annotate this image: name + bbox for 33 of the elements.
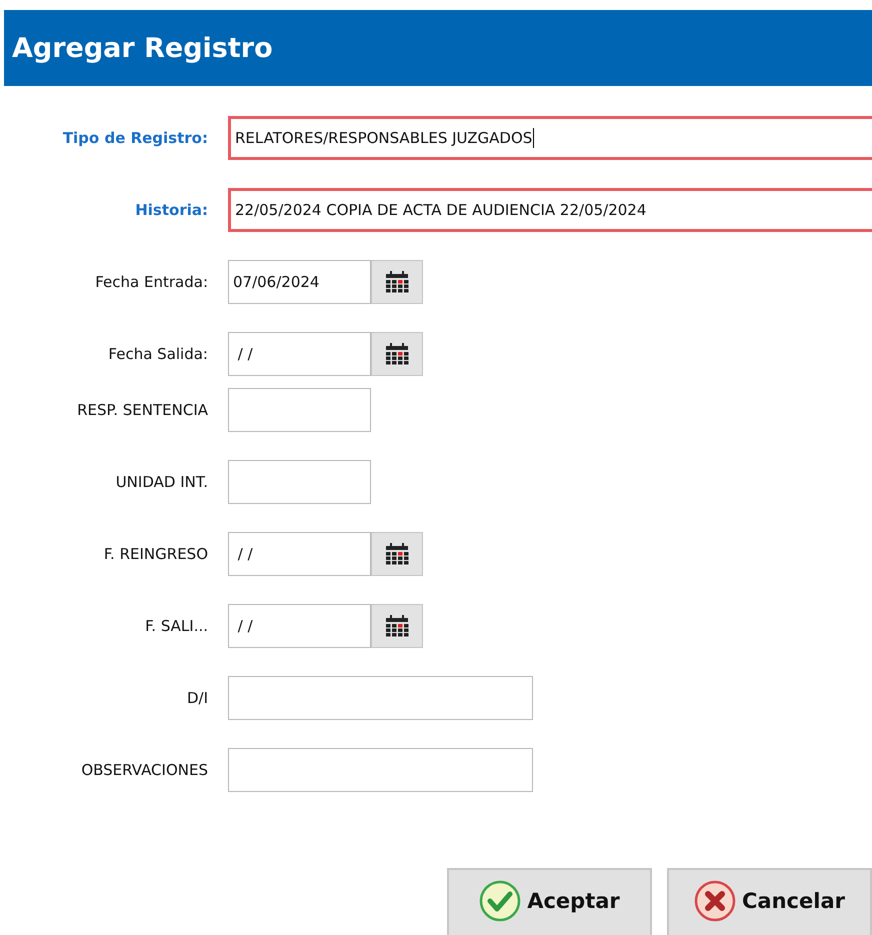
check-icon <box>479 880 522 922</box>
field-label: OBSERVACIONES <box>80 761 208 779</box>
field-label: Tipo de Registro: <box>62 129 208 147</box>
input-field[interactable]: RELATORES/RESPONSABLES JUZGADOS <box>228 116 872 160</box>
calendar-button[interactable] <box>371 332 423 376</box>
accept-button[interactable]: Aceptar <box>447 868 652 935</box>
calendar-button[interactable] <box>371 260 423 304</box>
close-icon <box>694 880 736 922</box>
calendar-icon <box>385 615 409 637</box>
input-field[interactable] <box>228 460 371 504</box>
field-label: F. REINGRESO <box>102 545 208 563</box>
date-field[interactable]: / / <box>228 604 371 648</box>
field-label: Fecha Salida: <box>107 345 208 363</box>
calendar-icon <box>385 343 409 365</box>
date-field[interactable]: / / <box>228 532 371 576</box>
date-field[interactable]: / / <box>228 332 371 376</box>
input-field[interactable] <box>228 388 371 432</box>
field-label: Historia: <box>134 201 208 219</box>
field-label: D/I <box>186 689 208 707</box>
field-label: F. SALI... <box>144 617 208 635</box>
calendar-button[interactable] <box>371 604 423 648</box>
calendar-icon <box>385 543 409 565</box>
field-label: RESP. SENTENCIA <box>76 401 208 419</box>
field-label: UNIDAD INT. <box>114 473 208 491</box>
cancel-button[interactable]: Cancelar <box>667 868 872 935</box>
input-field[interactable] <box>228 748 533 792</box>
calendar-button[interactable] <box>371 532 423 576</box>
date-field[interactable]: 07/06/2024 <box>228 260 371 304</box>
calendar-icon <box>385 271 409 293</box>
input-field[interactable] <box>228 676 533 720</box>
field-label: Fecha Entrada: <box>94 273 208 291</box>
input-field[interactable]: 22/05/2024 COPIA DE ACTA DE AUDIENCIA 22/05/2024 <box>228 188 872 232</box>
window-title: Agregar Registro <box>12 32 273 64</box>
